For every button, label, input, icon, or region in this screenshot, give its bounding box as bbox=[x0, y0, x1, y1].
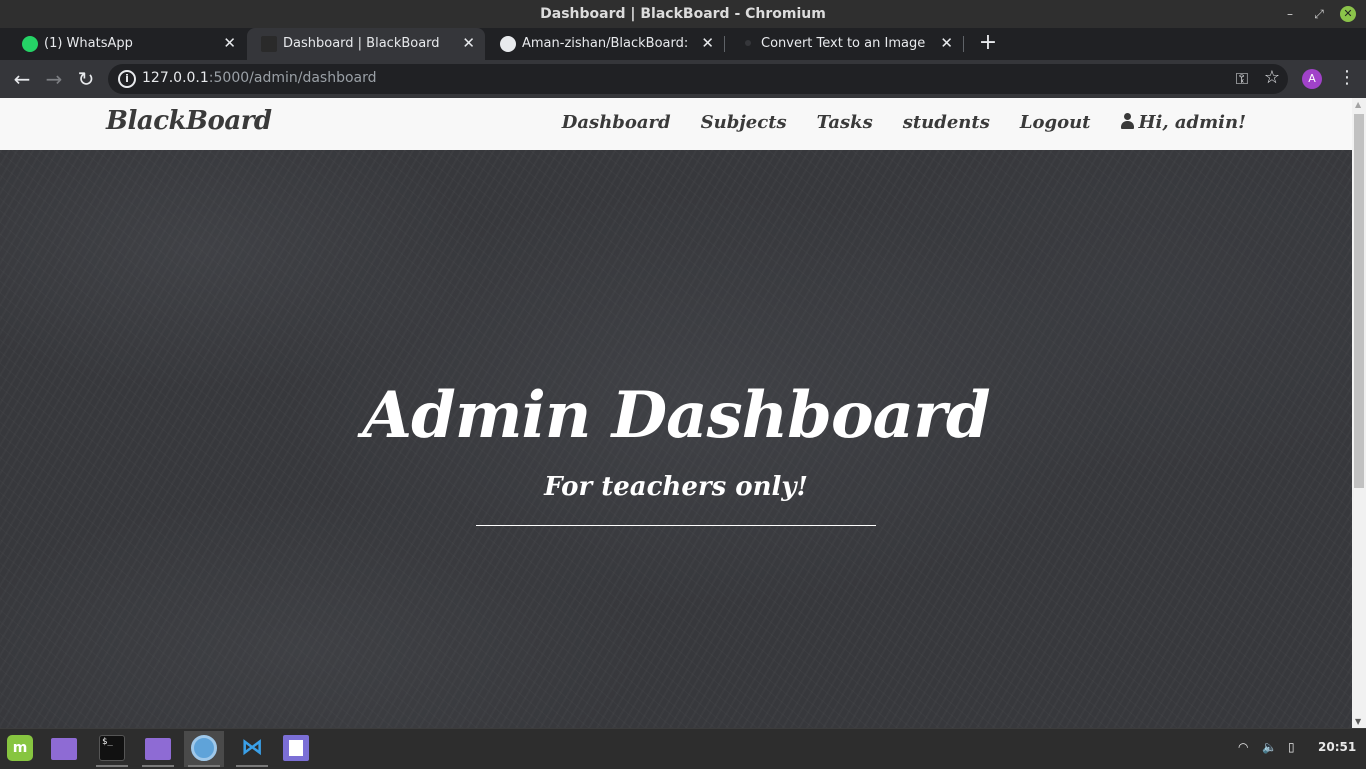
nav-link-dashboard[interactable]: Dashboard bbox=[562, 112, 671, 133]
window-titlebar: Dashboard | BlackBoard - Chromium – ⤢ ✕ bbox=[0, 0, 1366, 28]
address-bar[interactable]: i 127.0.0.1:5000/admin/dashboard ⚿ ☆ bbox=[108, 64, 1288, 94]
taskbar-vscode[interactable]: ⋈ bbox=[232, 731, 272, 767]
taskbar-chromium[interactable] bbox=[184, 731, 224, 767]
chromium-icon bbox=[191, 735, 217, 761]
site-info-icon[interactable]: i bbox=[118, 70, 136, 88]
tab-label: Convert Text to an Image - Onli bbox=[761, 36, 929, 51]
whatsapp-icon bbox=[22, 36, 38, 52]
site-nav-links: Dashboard Subjects Tasks students Logout… bbox=[562, 112, 1246, 133]
os-taskbar: m $_ ⋈ ◠ 🔈 ▯ 20:51 bbox=[0, 728, 1366, 769]
volume-icon[interactable]: 🔈 bbox=[1262, 740, 1277, 754]
nav-link-tasks[interactable]: Tasks bbox=[817, 112, 873, 133]
tab-dashboard-blackboard[interactable]: Dashboard | BlackBoard ✕ bbox=[247, 28, 485, 60]
nav-user-menu[interactable]: Hi, admin! bbox=[1120, 112, 1247, 133]
blackboard-favicon-icon bbox=[261, 36, 277, 52]
taskbar-files-launcher[interactable] bbox=[44, 731, 84, 767]
tab-close-icon[interactable]: ✕ bbox=[701, 34, 714, 52]
url-host: 127.0.0.1 bbox=[142, 70, 209, 86]
back-button[interactable]: ← bbox=[10, 67, 34, 91]
close-window-button[interactable]: ✕ bbox=[1340, 6, 1356, 22]
page-scrollbar[interactable]: ▲ ▼ bbox=[1352, 98, 1366, 728]
profile-avatar[interactable]: A bbox=[1302, 69, 1322, 89]
nav-link-logout[interactable]: Logout bbox=[1020, 112, 1091, 133]
clock[interactable]: 20:51 bbox=[1318, 740, 1356, 754]
hero-subtitle: For teachers only! bbox=[544, 472, 808, 502]
scrollbar-thumb[interactable] bbox=[1354, 114, 1364, 488]
taskbar-files[interactable] bbox=[138, 731, 178, 767]
window-title: Dashboard | BlackBoard - Chromium bbox=[540, 6, 826, 22]
nav-link-subjects[interactable]: Subjects bbox=[701, 112, 787, 133]
tab-close-icon[interactable]: ✕ bbox=[223, 34, 236, 52]
tab-label: Dashboard | BlackBoard bbox=[283, 36, 440, 51]
maximize-button[interactable]: ⤢ bbox=[1310, 5, 1328, 23]
url-path: :5000/admin/dashboard bbox=[208, 70, 377, 86]
tab-strip: (1) WhatsApp ✕ Dashboard | BlackBoard ✕ … bbox=[0, 28, 1366, 60]
taskbar-text-editor[interactable] bbox=[276, 731, 316, 767]
minimize-button[interactable]: – bbox=[1281, 5, 1299, 23]
page-favicon-icon bbox=[745, 40, 751, 46]
browser-toolbar: ← → ↻ i 127.0.0.1:5000/admin/dashboard ⚿… bbox=[0, 60, 1366, 98]
mint-menu-button[interactable]: m bbox=[0, 731, 40, 767]
bookmark-star-icon[interactable]: ☆ bbox=[1264, 67, 1280, 88]
tab-label: (1) WhatsApp bbox=[44, 36, 133, 51]
hero-divider bbox=[476, 525, 876, 526]
page-viewport: BlackBoard Dashboard Subjects Tasks stud… bbox=[0, 98, 1352, 728]
chalkboard-hero: Admin Dashboard For teachers only! bbox=[0, 150, 1352, 728]
tab-close-icon[interactable]: ✕ bbox=[940, 34, 953, 52]
github-icon bbox=[500, 36, 516, 52]
site-brand[interactable]: BlackBoard bbox=[106, 106, 272, 136]
browser-menu-icon[interactable]: ⋮ bbox=[1338, 67, 1356, 88]
user-icon bbox=[1120, 113, 1134, 129]
folder-icon bbox=[51, 738, 77, 760]
terminal-icon: $_ bbox=[99, 735, 125, 761]
tab-whatsapp[interactable]: (1) WhatsApp ✕ bbox=[8, 28, 246, 60]
site-navbar: BlackBoard Dashboard Subjects Tasks stud… bbox=[0, 98, 1352, 151]
folder-icon bbox=[145, 738, 171, 760]
new-tab-button[interactable]: + bbox=[976, 30, 1000, 58]
linux-mint-icon: m bbox=[7, 735, 33, 761]
wifi-icon[interactable]: ◠ bbox=[1238, 740, 1248, 754]
tab-convert-text[interactable]: Convert Text to an Image - Onli ✕ bbox=[725, 28, 964, 60]
forward-button[interactable]: → bbox=[42, 67, 66, 91]
tab-label: Aman-zishan/BlackBoard: class bbox=[522, 36, 690, 51]
text-editor-icon bbox=[283, 735, 309, 761]
tab-github-repo[interactable]: Aman-zishan/BlackBoard: class ✕ bbox=[486, 28, 725, 60]
scroll-up-icon[interactable]: ▲ bbox=[1355, 100, 1361, 109]
tab-close-icon[interactable]: ✕ bbox=[462, 34, 475, 52]
tab-separator bbox=[963, 36, 964, 52]
url-text[interactable]: 127.0.0.1:5000/admin/dashboard bbox=[142, 70, 377, 86]
scroll-down-icon[interactable]: ▼ bbox=[1355, 717, 1361, 726]
taskbar-terminal[interactable]: $_ bbox=[92, 731, 132, 767]
hero-title: Admin Dashboard bbox=[362, 378, 990, 453]
battery-icon[interactable]: ▯ bbox=[1288, 740, 1295, 754]
reload-button[interactable]: ↻ bbox=[74, 67, 98, 91]
nav-link-students[interactable]: students bbox=[903, 112, 990, 133]
vscode-icon: ⋈ bbox=[241, 735, 263, 760]
system-tray: ◠ 🔈 ▯ 20:51 bbox=[1226, 729, 1366, 769]
key-icon[interactable]: ⚿ bbox=[1236, 69, 1248, 89]
user-greeting: Hi, admin! bbox=[1138, 112, 1247, 133]
